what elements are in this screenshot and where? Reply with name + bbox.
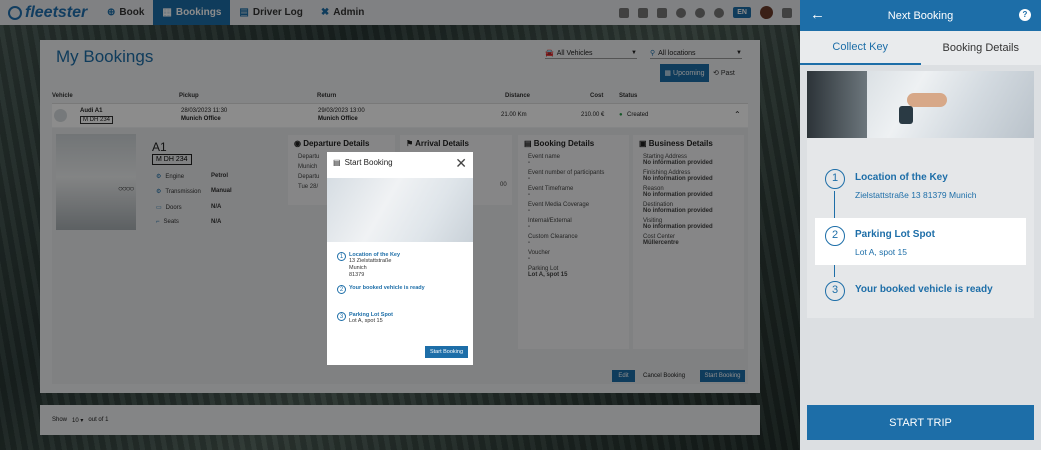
tab-booking-details[interactable]: Booking Details: [921, 31, 1041, 65]
key-handover-image: [327, 178, 473, 242]
panel-tabs: Collect Key Booking Details: [800, 31, 1041, 65]
document-icon: ▤: [333, 158, 341, 167]
tab-collect-key[interactable]: Collect Key: [800, 31, 921, 65]
arrow-left-icon[interactable]: ←: [810, 6, 825, 23]
panel-header: ← Next Booking ?: [800, 0, 1041, 31]
close-icon[interactable]: ✕: [455, 155, 467, 172]
start-trip-button[interactable]: START TRIP: [807, 405, 1034, 440]
collect-key-card: 1 Location of the Key Zielstattstraße 13…: [807, 71, 1034, 318]
modal-start-booking-button[interactable]: Start Booking: [425, 346, 468, 358]
chat-help-icon[interactable]: ?: [1019, 9, 1031, 21]
step-connector: [834, 191, 835, 219]
car-key-icon: [899, 106, 913, 124]
modal-step-2: 2 Your booked vehicle is ready: [337, 285, 467, 294]
modal-step-1: 1 Location of the Key 13 Zielstattstraße…: [337, 252, 467, 279]
modal-step-3-highlight: 3 Parking Lot Spot Lot A, spot 15: [333, 306, 468, 337]
modal-steps: 1 Location of the Key 13 Zielstattstraße…: [337, 252, 467, 297]
modal-header: ▤ Start Booking: [333, 158, 393, 167]
key-handover-image: [807, 71, 1034, 138]
panel-step-2-highlight: 2 Parking Lot Spot Lot A, spot 15: [815, 218, 1026, 265]
